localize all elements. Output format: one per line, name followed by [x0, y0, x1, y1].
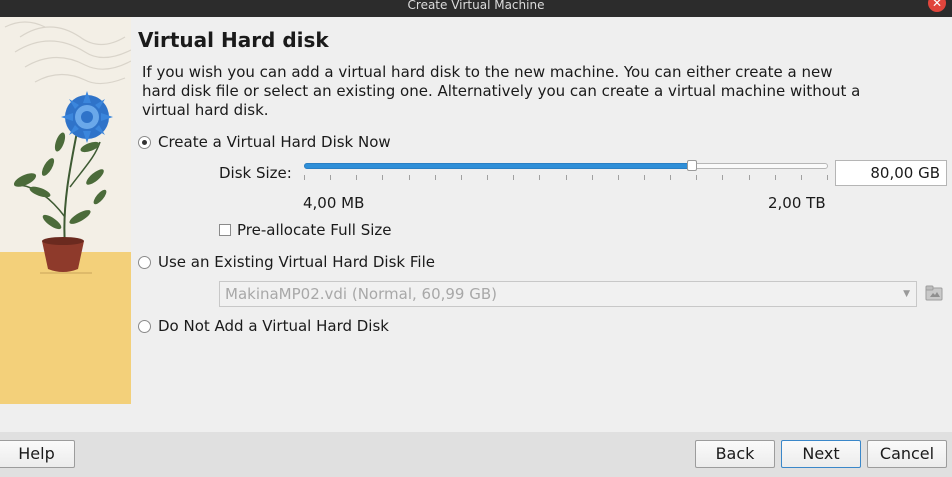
cancel-button[interactable]: Cancel — [867, 440, 947, 468]
slider-tick — [775, 175, 776, 180]
slider-tick — [539, 175, 540, 180]
preallocate-option[interactable]: Pre-allocate Full Size — [219, 221, 392, 239]
slider-tick — [722, 175, 723, 180]
slider-tick — [618, 175, 619, 180]
help-button[interactable]: Help — [0, 440, 75, 468]
slider-tick — [356, 175, 357, 180]
slider-tick — [566, 175, 567, 180]
preallocate-checkbox[interactable] — [219, 224, 231, 236]
slider-tick — [801, 175, 802, 180]
slider-tick — [487, 175, 488, 180]
use-existing-label: Use an Existing Virtual Hard Disk File — [158, 253, 435, 271]
slider-tick — [304, 175, 305, 180]
existing-disk-value: MakinaMP02.vdi (Normal, 60,99 GB) — [225, 285, 497, 303]
use-existing-option[interactable]: Use an Existing Virtual Hard Disk File — [138, 253, 435, 271]
wizard-illustration — [0, 17, 131, 404]
preallocate-label: Pre-allocate Full Size — [237, 221, 392, 239]
disk-size-label: Disk Size: — [219, 164, 292, 182]
slider-fill — [304, 163, 692, 169]
existing-disk-select[interactable]: MakinaMP02.vdi (Normal, 60,99 GB) ▼ — [219, 281, 917, 307]
create-disk-radio[interactable] — [138, 135, 151, 149]
folder-icon — [925, 285, 943, 301]
slider-handle[interactable] — [687, 160, 697, 171]
slider-tick — [749, 175, 750, 180]
create-disk-label: Create a Virtual Hard Disk Now — [158, 133, 391, 151]
next-button[interactable]: Next — [781, 440, 861, 468]
slider-tick — [382, 175, 383, 180]
slider-max-label: 2,00 TB — [768, 194, 826, 212]
create-disk-option[interactable]: Create a Virtual Hard Disk Now — [138, 133, 391, 151]
close-button[interactable]: ✕ — [928, 0, 946, 12]
back-button[interactable]: Back — [695, 440, 775, 468]
slider-min-label: 4,00 MB — [303, 194, 365, 212]
slider-tick — [330, 175, 331, 180]
slider-tick — [644, 175, 645, 180]
page-title: Virtual Hard disk — [138, 28, 329, 52]
slider-tick — [513, 175, 514, 180]
no-disk-radio[interactable] — [138, 319, 151, 333]
chevron-down-icon: ▼ — [903, 289, 910, 299]
slider-tick — [409, 175, 410, 180]
use-existing-radio[interactable] — [138, 255, 151, 269]
slider-tick — [827, 175, 828, 180]
slider-tick — [592, 175, 593, 180]
window-titlebar: Create Virtual Machine ✕ — [0, 0, 952, 17]
close-icon: ✕ — [931, 0, 943, 10]
no-disk-option[interactable]: Do Not Add a Virtual Hard Disk — [138, 317, 389, 335]
no-disk-label: Do Not Add a Virtual Hard Disk — [158, 317, 389, 335]
slider-tick — [696, 175, 697, 180]
page-description: If you wish you can add a virtual hard d… — [142, 63, 861, 119]
choose-disk-file-button[interactable] — [925, 284, 943, 302]
slider-tick — [670, 175, 671, 180]
window-title: Create Virtual Machine — [407, 0, 545, 12]
slider-tick — [435, 175, 436, 180]
disk-size-slider[interactable] — [304, 160, 828, 182]
slider-tick — [461, 175, 462, 180]
disk-size-input[interactable]: 80,00 GB — [835, 160, 947, 186]
